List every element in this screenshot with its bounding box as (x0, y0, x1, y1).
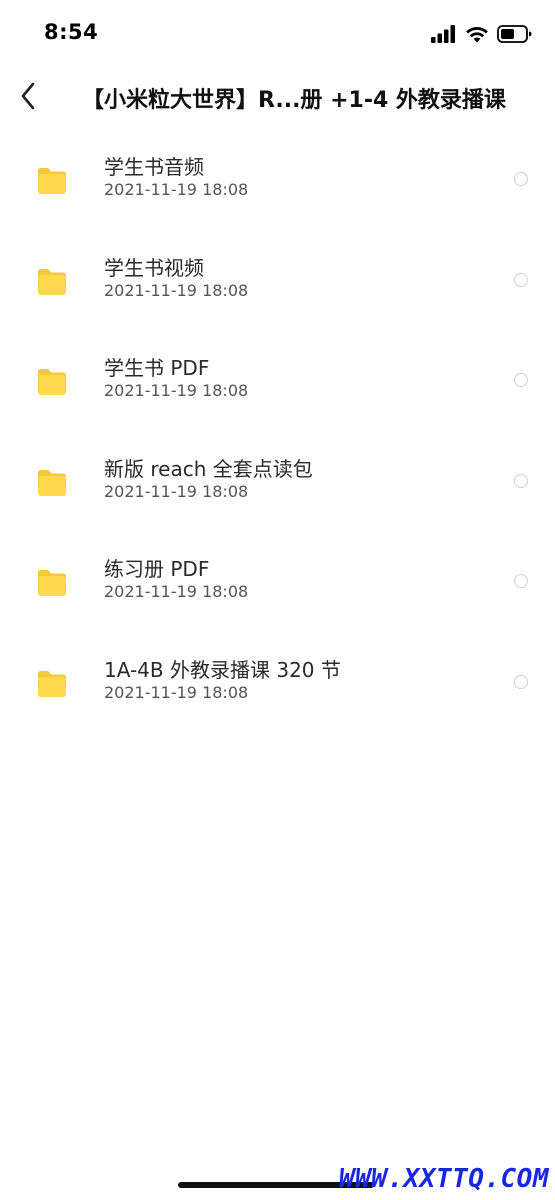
signal-icon (431, 25, 455, 43)
folder-row[interactable]: 练习册 PDF 2021-11-19 18:08 (0, 528, 555, 629)
select-radio[interactable] (514, 172, 528, 186)
folder-date: 2021-11-19 18:08 (104, 381, 249, 400)
folder-name: 学生书 PDF (104, 356, 210, 380)
select-radio[interactable] (514, 473, 528, 488)
select-radio[interactable] (514, 373, 528, 387)
folder-icon (38, 469, 66, 496)
nav-header: 【小米粒大世界】R...册 +1-4 外教录播课 (0, 70, 555, 126)
status-time: 8:54 (44, 20, 99, 44)
back-button[interactable] (10, 76, 46, 116)
folder-date: 2021-11-19 18:08 (104, 582, 249, 601)
select-radio[interactable] (514, 272, 528, 287)
status-icons (431, 24, 533, 44)
battery-icon (497, 25, 532, 43)
folder-row[interactable]: 学生书 PDF 2021-11-19 18:08 (0, 327, 555, 428)
folder-icon (38, 168, 66, 194)
folder-icon (38, 369, 66, 395)
folder-name: 学生书视频 (104, 255, 204, 280)
folder-icon (38, 670, 66, 697)
folder-name: 1A-4B 外教录播课 320 节 (104, 657, 341, 682)
folder-row[interactable]: 1A-4B 外教录播课 320 节 2021-11-19 18:08 (0, 629, 555, 730)
watermark: WWW.XXTTQ.COM (339, 1164, 549, 1194)
folder-icon (38, 268, 66, 295)
folder-row[interactable]: 新版 reach 全套点读包 2021-11-19 18:08 (0, 428, 555, 529)
folder-name: 学生书音频 (104, 155, 204, 179)
folder-name: 练习册 PDF (104, 557, 210, 581)
select-radio[interactable] (514, 674, 528, 689)
select-radio[interactable] (514, 574, 528, 588)
wifi-icon (466, 27, 488, 43)
folder-date: 2021-11-19 18:08 (104, 280, 249, 300)
status-bar: 8:54 (0, 0, 555, 66)
folder-name: 新版 reach 全套点读包 (104, 456, 313, 481)
folder-icon (38, 570, 66, 596)
chevron-left-icon (21, 82, 35, 110)
folder-row[interactable]: 学生书视频 2021-11-19 18:08 (0, 227, 555, 328)
folder-date: 2021-11-19 18:08 (104, 481, 249, 501)
file-list: 学生书音频 2021-11-19 18:08 学生书视频 2021-11-19 … (0, 126, 555, 729)
folder-date: 2021-11-19 18:08 (104, 682, 249, 702)
folder-date: 2021-11-19 18:08 (104, 180, 249, 199)
folder-row[interactable]: 学生书音频 2021-11-19 18:08 (0, 126, 555, 227)
page-title: 【小米粒大世界】R...册 +1-4 外教录播课 (82, 88, 506, 113)
